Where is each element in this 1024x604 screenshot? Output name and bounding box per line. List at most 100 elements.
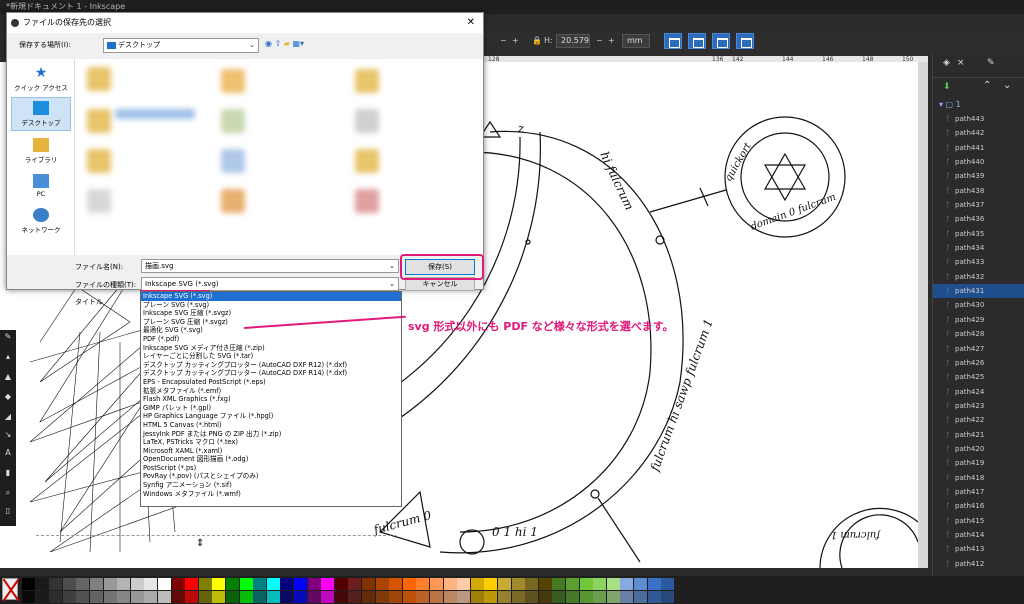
color-swatch[interactable]	[334, 591, 348, 603]
filetype-option[interactable]: レイヤーごとに分割した SVG (*.tar)	[141, 352, 401, 361]
file-item[interactable]	[221, 189, 245, 213]
color-swatch[interactable]	[212, 591, 226, 603]
color-swatch[interactable]	[566, 591, 579, 603]
color-swatch[interactable]	[117, 591, 131, 603]
layer-row[interactable]: ᛚ path440	[933, 155, 1024, 169]
unit-select[interactable]: mm	[622, 34, 650, 48]
layer-row[interactable]: ᛚ path417	[933, 485, 1024, 499]
file-item[interactable]	[87, 109, 111, 133]
color-swatch[interactable]	[416, 591, 430, 603]
color-swatch[interactable]	[647, 591, 661, 603]
file-item[interactable]	[355, 109, 379, 133]
color-swatch[interactable]	[185, 591, 199, 603]
place-pc[interactable]: PC	[11, 171, 71, 205]
color-swatch[interactable]	[22, 591, 35, 603]
filetype-option[interactable]: Inkscape SVG メディア付き圧縮 (*.zip)	[141, 344, 401, 353]
color-swatch[interactable]	[158, 591, 171, 603]
file-item[interactable]	[115, 109, 195, 119]
color-swatch[interactable]	[362, 591, 375, 603]
layer-row[interactable]: ᛚ path442	[933, 126, 1024, 140]
color-swatch[interactable]	[430, 591, 443, 603]
gradient-tool-icon[interactable]: ▮	[3, 468, 13, 478]
color-swatch[interactable]	[470, 578, 484, 590]
spray-tool-icon[interactable]: ▲	[3, 372, 13, 382]
resize-handle-icon[interactable]: ⇕	[196, 538, 204, 549]
color-swatch[interactable]	[525, 578, 539, 590]
color-swatch[interactable]	[389, 591, 403, 603]
color-swatch[interactable]	[226, 578, 239, 590]
connector-tool-icon[interactable]: ↘	[3, 430, 13, 440]
color-swatch[interactable]	[470, 591, 484, 603]
close-tab-button[interactable]: ×	[957, 58, 965, 68]
color-swatch[interactable]	[606, 578, 620, 590]
file-item[interactable]	[87, 67, 111, 91]
filetype-option[interactable]: PostScript (*.ps)	[141, 464, 401, 473]
filetype-select[interactable]: Inkscape SVG (*.svg) ⌄	[141, 277, 399, 291]
file-item[interactable]	[87, 189, 111, 213]
file-item[interactable]	[355, 189, 379, 213]
decrement-h-button[interactable]: −	[596, 33, 603, 49]
file-item[interactable]	[87, 149, 111, 173]
color-swatch[interactable]	[525, 591, 539, 603]
color-swatch[interactable]	[579, 591, 593, 603]
color-swatch[interactable]	[90, 591, 103, 603]
layers-tab-icon[interactable]: ◈	[943, 58, 950, 68]
layer-row[interactable]: ᛚ path443	[933, 112, 1024, 126]
location-select[interactable]: デスクトップ ⌄	[103, 38, 259, 53]
layer-row[interactable]: ᛚ path436	[933, 212, 1024, 226]
color-swatch[interactable]	[620, 591, 634, 603]
layer-row[interactable]: ᛚ path428	[933, 327, 1024, 341]
layer-row[interactable]: ᛚ path434	[933, 241, 1024, 255]
layer-row[interactable]: ᛚ path419	[933, 456, 1024, 470]
color-swatch[interactable]	[226, 591, 239, 603]
color-swatch[interactable]	[185, 578, 199, 590]
layer-row[interactable]: ᛚ path431	[933, 284, 1024, 299]
color-swatch[interactable]	[212, 578, 226, 590]
color-swatch[interactable]	[498, 591, 511, 603]
color-swatch[interactable]	[457, 591, 471, 603]
color-swatch[interactable]	[253, 578, 267, 590]
move-down-icon[interactable]: ⌄	[1003, 80, 1011, 91]
file-item[interactable]	[355, 69, 379, 93]
color-swatch[interactable]	[307, 591, 321, 603]
layer-row[interactable]: ᛚ path414	[933, 528, 1024, 542]
color-swatch[interactable]	[620, 578, 634, 590]
no-paint-swatch[interactable]	[2, 578, 18, 600]
color-swatch[interactable]	[22, 578, 35, 590]
color-swatch[interactable]	[634, 591, 647, 603]
color-swatch[interactable]	[35, 591, 49, 603]
layer-root[interactable]: ▾ ▢ 1	[933, 98, 1024, 112]
place-desktop[interactable]: デスクトップ	[11, 97, 71, 131]
layer-row[interactable]: ᛚ path430	[933, 298, 1024, 312]
color-swatch[interactable]	[593, 591, 607, 603]
filetype-option[interactable]: GIMP パレット (*.gpl)	[141, 404, 401, 413]
color-swatch[interactable]	[430, 578, 443, 590]
scale-corners-icon[interactable]	[688, 33, 706, 49]
file-item[interactable]	[221, 149, 245, 173]
layer-row[interactable]: ᛚ path429	[933, 313, 1024, 327]
filetype-option[interactable]: LaTeX, PSTricks マクロ (*.tex)	[141, 438, 401, 447]
vertical-scrollbar[interactable]	[918, 62, 928, 568]
text-tool-icon[interactable]: A	[3, 448, 13, 458]
color-swatch[interactable]	[348, 578, 362, 590]
filetype-option[interactable]: プレーン SVG (*.svg)	[141, 301, 401, 310]
measure-tool-icon[interactable]: ▯	[3, 506, 13, 516]
layer-row[interactable]: ᛚ path426	[933, 356, 1024, 370]
color-swatch[interactable]	[511, 578, 525, 590]
back-icon[interactable]: ◉	[265, 39, 272, 48]
filetype-option[interactable]: PDF (*.pdf)	[141, 335, 401, 344]
color-swatch[interactable]	[511, 591, 525, 603]
filetype-option[interactable]: 拡張メタファイル (*.emf)	[141, 387, 401, 396]
layer-row[interactable]: ᛚ path441	[933, 141, 1024, 155]
file-item[interactable]	[221, 109, 245, 133]
close-icon[interactable]: ✕	[467, 13, 475, 33]
color-swatch[interactable]	[198, 591, 212, 603]
color-swatch[interactable]	[62, 578, 76, 590]
filetype-option[interactable]: HTML 5 Canvas (*.html)	[141, 421, 401, 430]
layer-row[interactable]: ᛚ path424	[933, 385, 1024, 399]
color-swatch[interactable]	[484, 591, 498, 603]
move-patterns-icon[interactable]	[736, 33, 754, 49]
color-swatch[interactable]	[552, 591, 566, 603]
color-swatch[interactable]	[307, 578, 321, 590]
filetype-option[interactable]: デスクトップ カッティングプロッター (AutoCAD DXF R14) (*.…	[141, 369, 401, 378]
